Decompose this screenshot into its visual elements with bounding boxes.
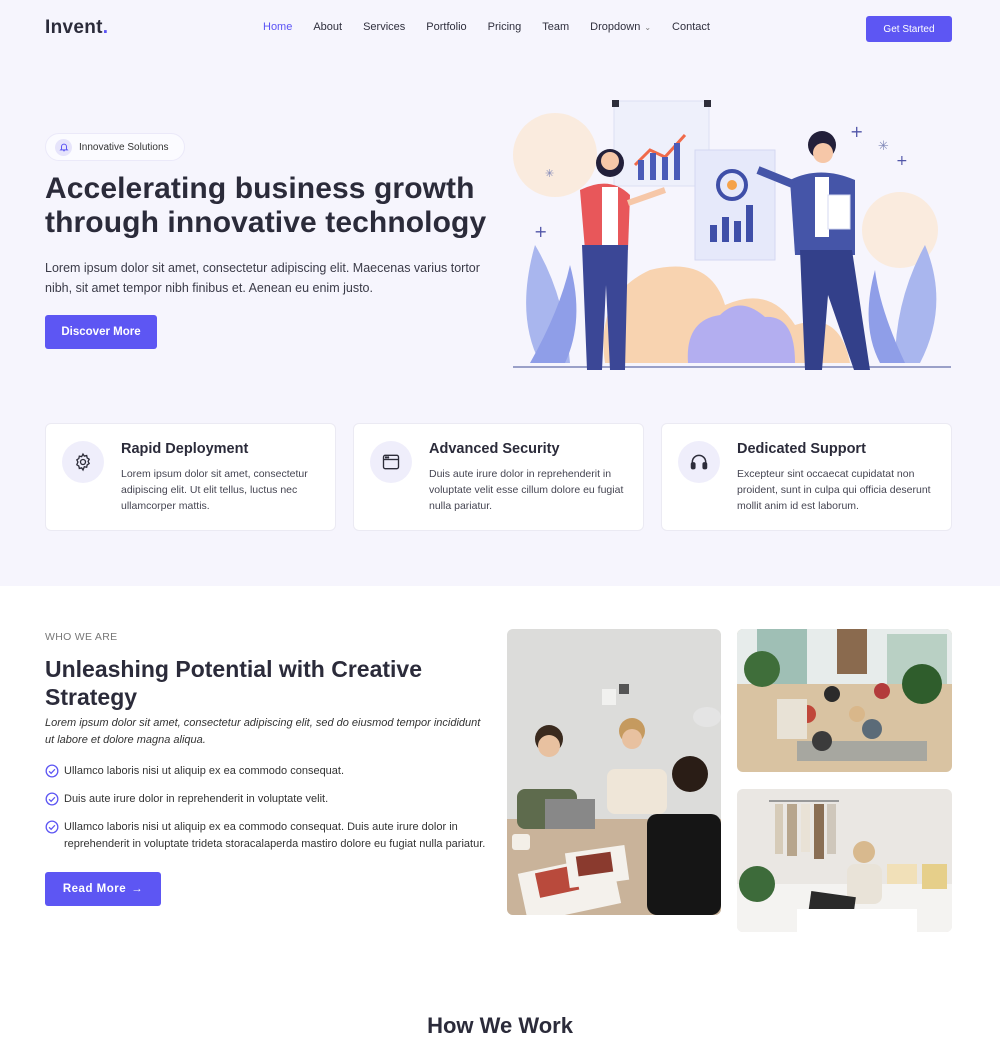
- nav-services[interactable]: Services: [363, 21, 405, 33]
- gear-icon: [62, 441, 104, 483]
- feature-title: Advanced Security: [429, 441, 560, 457]
- read-more-label: Read More: [62, 883, 127, 895]
- nav-about[interactable]: About: [313, 21, 342, 33]
- get-started-button[interactable]: Get Started: [866, 16, 952, 42]
- svg-text:✳: ✳: [878, 139, 889, 154]
- check-circle-icon: [45, 764, 59, 778]
- svg-text:✳: ✳: [545, 167, 554, 180]
- svg-text:+: +: [896, 153, 908, 169]
- section-eyebrow: WHO WE ARE: [45, 631, 118, 643]
- feature-card: Dedicated Support Excepteur sint occaeca…: [661, 423, 952, 531]
- feature-text: Duis aute irure dolor in reprehenderit i…: [429, 468, 624, 512]
- badge-label: Innovative Solutions: [79, 141, 169, 153]
- list-item-text: Ullamco laboris nisi ut aliquip ex ea co…: [64, 765, 345, 777]
- hero-title: Accelerating business growth through inn…: [45, 172, 487, 239]
- nav-portfolio[interactable]: Portfolio: [426, 21, 466, 33]
- headset-icon: [678, 441, 720, 483]
- about-title: Unleashing Potential with Creative Strat…: [45, 656, 423, 710]
- svg-text:+: +: [534, 222, 547, 241]
- nav-team[interactable]: Team: [542, 21, 569, 33]
- list-item-text: Duis aute irure dolor in reprehenderit i…: [64, 793, 329, 805]
- hero-illustration: + + + ✳ ✳: [513, 100, 951, 370]
- how-we-work-title: How We Work: [427, 1013, 573, 1038]
- feature-title: Dedicated Support: [737, 441, 866, 457]
- list-item: Ullamco laboris nisi ut aliquip ex ea co…: [45, 819, 490, 853]
- arrow-right-icon: →: [131, 883, 144, 895]
- svg-text:+: +: [850, 122, 863, 141]
- hero-badge: Innovative Solutions: [45, 133, 185, 161]
- feature-title: Rapid Deployment: [121, 441, 249, 457]
- hero-description: Lorem ipsum dolor sit amet, consectetur …: [45, 261, 480, 295]
- nav-dropdown[interactable]: Dropdown ⌄: [590, 21, 651, 33]
- chevron-down-icon: ⌄: [644, 22, 652, 32]
- feature-text: Lorem ipsum dolor sit amet, consectetur …: [121, 468, 308, 512]
- team-meeting-photo: [507, 629, 721, 915]
- nav-contact[interactable]: Contact: [672, 21, 710, 33]
- browser-window-icon: [370, 441, 412, 483]
- nav-home[interactable]: Home: [263, 21, 292, 33]
- discover-more-button[interactable]: Discover More: [45, 315, 157, 349]
- bell-icon: [55, 138, 72, 156]
- list-item: Duis aute irure dolor in reprehenderit i…: [45, 791, 490, 808]
- feature-text: Excepteur sint occaecat cupidatat non pr…: [737, 468, 931, 512]
- list-item-text: Ullamco laboris nisi ut aliquip ex ea co…: [64, 821, 486, 850]
- logo[interactable]: Invent.: [45, 17, 108, 39]
- about-lead: Lorem ipsum dolor sit amet, consectetur …: [45, 717, 481, 746]
- check-circle-icon: [45, 820, 59, 834]
- office-lounge-photo: [737, 629, 952, 772]
- list-item: Ullamco laboris nisi ut aliquip ex ea co…: [45, 763, 490, 780]
- feature-card: Advanced Security Duis aute irure dolor …: [353, 423, 644, 531]
- check-circle-icon: [45, 792, 59, 806]
- read-more-button[interactable]: Read More →: [45, 872, 161, 906]
- nav-pricing[interactable]: Pricing: [488, 21, 522, 33]
- feature-card: Rapid Deployment Lorem ipsum dolor sit a…: [45, 423, 336, 531]
- check-list: Ullamco laboris nisi ut aliquip ex ea co…: [45, 763, 490, 864]
- nav-dropdown-label: Dropdown: [590, 21, 641, 33]
- main-nav: Home About Services Portfolio Pricing Te…: [263, 21, 710, 33]
- home-office-photo: [737, 789, 952, 932]
